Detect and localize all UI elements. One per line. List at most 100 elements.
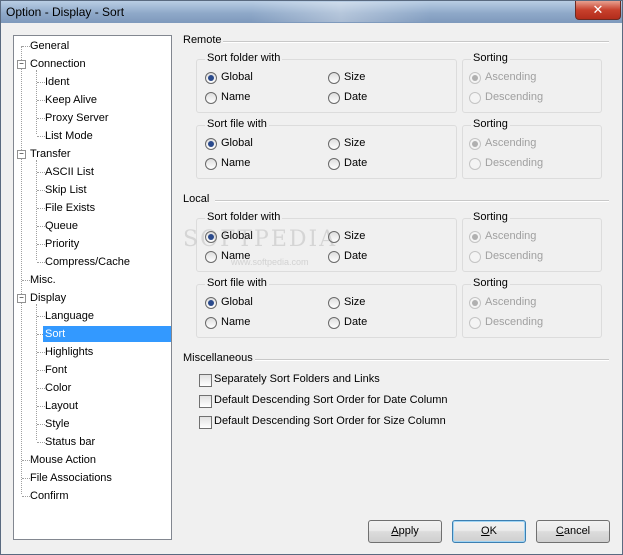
remote-folder-size-radio[interactable] <box>328 72 340 84</box>
tree-item-label: Ident <box>45 76 70 88</box>
collapse-transfer-icon[interactable]: − <box>17 150 26 159</box>
ok-button[interactable]: OK <box>452 520 526 543</box>
tree-item-list-mode[interactable]: List Mode <box>43 128 95 144</box>
tree-item-color[interactable]: Color <box>43 380 73 396</box>
tree-item-label: Layout <box>45 400 79 412</box>
local-file-descending-label: Descending <box>485 316 544 328</box>
tree-item-compress-cache[interactable]: Compress/Cache <box>43 254 132 270</box>
local-file-sorting-label: Sorting <box>471 277 510 289</box>
tree-item-label: Style <box>45 418 70 430</box>
local-file-group <box>196 284 457 338</box>
tree-item-ascii-list[interactable]: ASCII List <box>43 164 96 180</box>
remote-file-date-radio[interactable] <box>328 158 340 170</box>
tree-item-file-associations[interactable]: File Associations <box>28 470 114 486</box>
local-folder-date-label[interactable]: Date <box>344 250 367 262</box>
local-section-label: Local <box>183 193 210 205</box>
tree-item-font[interactable]: Font <box>43 362 69 378</box>
tree-item-confirm[interactable]: Confirm <box>28 488 71 504</box>
tree-root-line <box>21 46 22 494</box>
remote-file-size-label[interactable]: Size <box>344 137 365 149</box>
separately-sort-label[interactable]: Separately Sort Folders and Links <box>214 373 380 385</box>
cancel-button-label: ancel <box>563 525 591 537</box>
local-file-name-radio[interactable] <box>205 317 217 329</box>
local-file-sorting-group <box>462 284 602 338</box>
remote-file-global-label[interactable]: Global <box>221 137 253 149</box>
tree-display-line <box>36 304 37 440</box>
local-file-size-label[interactable]: Size <box>344 296 365 308</box>
tree-item-misc[interactable]: Misc. <box>28 272 58 288</box>
tree-item-general[interactable]: General <box>28 38 71 54</box>
local-file-name-label[interactable]: Name <box>221 316 250 328</box>
local-file-size-radio[interactable] <box>328 297 340 309</box>
apply-button-label: pply <box>398 525 419 537</box>
apply-button[interactable]: Apply <box>368 520 442 543</box>
descending-size-checkbox[interactable] <box>199 416 212 429</box>
tree-item-queue[interactable]: Queue <box>43 218 80 234</box>
remote-file-name-radio[interactable] <box>205 158 217 170</box>
tree-item-connection[interactable]: Connection <box>28 56 88 72</box>
tree-item-style[interactable]: Style <box>43 416 71 432</box>
local-file-group-label: Sort file with <box>205 277 269 289</box>
tree-item-skip-list[interactable]: Skip List <box>43 182 89 198</box>
descending-date-label[interactable]: Default Descending Sort Order for Date C… <box>214 394 448 406</box>
descending-date-checkbox[interactable] <box>199 395 212 408</box>
tree-item-status-bar[interactable]: Status bar <box>43 434 97 450</box>
collapse-connection-icon[interactable]: − <box>17 60 26 69</box>
remote-file-ascending-radio <box>469 138 481 150</box>
remote-file-size-radio[interactable] <box>328 138 340 150</box>
separately-sort-checkbox[interactable] <box>199 374 212 387</box>
remote-folder-date-label[interactable]: Date <box>344 91 367 103</box>
tree-item-label: Language <box>45 310 94 322</box>
remote-folder-date-radio[interactable] <box>328 92 340 104</box>
tree-item-label: Highlights <box>45 346 94 358</box>
remote-file-date-label[interactable]: Date <box>344 157 367 169</box>
remote-section-label: Remote <box>183 34 222 46</box>
local-file-date-radio[interactable] <box>328 317 340 329</box>
remote-folder-global-label[interactable]: Global <box>221 71 253 83</box>
tree-item-file-exists[interactable]: File Exists <box>43 200 97 216</box>
tree-item-ident[interactable]: Ident <box>43 74 71 90</box>
remote-file-name-label[interactable]: Name <box>221 157 250 169</box>
close-icon[interactable]: ✕ <box>575 1 621 20</box>
divider <box>223 41 609 43</box>
tree-item-mouse-action[interactable]: Mouse Action <box>28 452 98 468</box>
tree-item-display[interactable]: Display <box>28 290 68 306</box>
local-folder-descending-radio <box>469 251 481 263</box>
local-file-date-label[interactable]: Date <box>344 316 367 328</box>
local-file-global-label[interactable]: Global <box>221 296 253 308</box>
cancel-button[interactable]: Cancel <box>536 520 610 543</box>
tree-item-layout[interactable]: Layout <box>43 398 80 414</box>
tree-item-label: Proxy Server <box>45 112 109 124</box>
tree-item-language[interactable]: Language <box>43 308 96 324</box>
ok-button-label: K <box>489 525 497 537</box>
remote-folder-size-label[interactable]: Size <box>344 71 365 83</box>
collapse-display-icon[interactable]: − <box>17 294 26 303</box>
remote-section-header: Remote <box>183 34 609 48</box>
local-folder-name-radio[interactable] <box>205 251 217 263</box>
options-tree[interactable]: − − − General Connection Ident Keep Aliv… <box>13 35 172 540</box>
remote-folder-name-label[interactable]: Name <box>221 91 250 103</box>
tree-item-transfer[interactable]: Transfer <box>28 146 73 162</box>
tree-item-highlights[interactable]: Highlights <box>43 344 95 360</box>
tree-transfer-line <box>36 160 37 260</box>
local-folder-date-radio[interactable] <box>328 251 340 263</box>
tree-item-sort[interactable]: Sort <box>43 326 171 342</box>
tree-item-label: Skip List <box>45 184 87 196</box>
tree-item-priority[interactable]: Priority <box>43 236 81 252</box>
remote-folder-global-radio[interactable] <box>205 72 217 84</box>
tree-item-label: Compress/Cache <box>45 256 130 268</box>
tree-item-proxy-server[interactable]: Proxy Server <box>43 110 111 126</box>
local-folder-size-label[interactable]: Size <box>344 230 365 242</box>
misc-section-label: Miscellaneous <box>183 352 253 364</box>
tree-item-label: Priority <box>45 238 80 250</box>
tree-item-keep-alive[interactable]: Keep Alive <box>43 92 99 108</box>
remote-file-global-radio[interactable] <box>205 138 217 150</box>
local-folder-descending-label: Descending <box>485 250 544 262</box>
local-file-ascending-label: Ascending <box>485 296 537 308</box>
remote-folder-name-radio[interactable] <box>205 92 217 104</box>
remote-folder-group-label: Sort folder with <box>205 52 283 64</box>
remote-file-group <box>196 125 457 179</box>
local-file-global-radio[interactable] <box>205 297 217 309</box>
descending-size-label[interactable]: Default Descending Sort Order for Size C… <box>214 415 446 427</box>
remote-file-sorting-group <box>462 125 602 179</box>
